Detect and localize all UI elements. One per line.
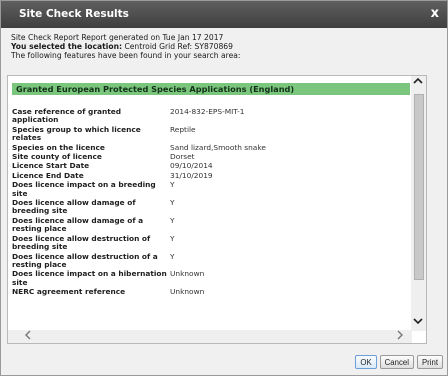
vertical-scrollbar[interactable] <box>411 76 426 331</box>
row-value: 2014-832-EPS-MIT-1 <box>170 107 245 116</box>
title-bar[interactable]: Site Check Results x <box>1 1 447 28</box>
row-value: Y <box>170 180 175 190</box>
row-label: Does licence allow destruction of a rest… <box>12 251 158 269</box>
location-label: You selected the location: <box>11 41 123 51</box>
row-value: Dorset <box>170 152 195 162</box>
table-row: Does licence allow damage of breeding si… <box>12 198 410 216</box>
chevron-left-icon[interactable] <box>24 330 32 343</box>
table-row: NERC agreement reference Unknown <box>12 287 410 297</box>
site-check-dialog: Site Check Results x Site Check Report R… <box>0 0 448 376</box>
row-value: Y <box>170 233 175 243</box>
row-value: Y <box>170 251 175 261</box>
row-label: Species on the licence <box>12 142 105 152</box>
table-row: Species on the licence Sand lizard,Smoot… <box>12 142 410 152</box>
table-row: Does licence allow destruction of a rest… <box>12 251 410 270</box>
row-value: Reptile <box>170 124 196 134</box>
location-value: Centroid Grid Ref: SY870869 <box>124 41 233 51</box>
scrollbar-thumb[interactable] <box>414 94 424 280</box>
row-label: Licence End Date <box>12 170 84 180</box>
features-found-line: The following features have been found i… <box>11 50 241 60</box>
row-label: Does licence allow damage of a resting p… <box>12 215 144 234</box>
row-label: Does licence allow damage of breeding si… <box>12 198 136 216</box>
row-label: Does licence impact on a breeding site <box>12 180 156 198</box>
table-row: Does licence impact on a breeding site Y <box>12 181 410 198</box>
close-icon[interactable]: x <box>431 6 439 21</box>
dialog-buttons: OK Cancel Print <box>355 355 443 369</box>
table-row: Does licence impact on a hibernation sit… <box>12 270 410 287</box>
cancel-button[interactable]: Cancel <box>379 355 414 369</box>
results-pane[interactable]: Granted European Protected Species Appli… <box>7 75 427 344</box>
row-value: Y <box>170 215 175 225</box>
row-value: Unknown <box>170 269 205 279</box>
print-button[interactable]: Print <box>416 355 443 369</box>
row-label: Does licence impact on a hibernation sit… <box>12 269 167 287</box>
row-value: Unknown <box>170 287 205 297</box>
section-header: Granted European Protected Species Appli… <box>12 83 410 95</box>
chevron-down-icon[interactable] <box>413 316 423 329</box>
table-row: Does licence allow damage of a resting p… <box>12 215 410 234</box>
row-label: NERC agreement reference <box>12 287 126 297</box>
report-intro: Site Check Report Report generated on Tu… <box>11 33 241 60</box>
row-label: Licence Start Date <box>12 161 90 171</box>
results-table: Case reference of granted application 20… <box>12 107 410 298</box>
table-row: Site county of licence Dorset <box>12 152 410 162</box>
row-value: 31/10/2019 <box>170 170 213 180</box>
table-row: Licence Start Date 09/10/2014 <box>12 161 410 171</box>
table-row: Species group to which licence relates R… <box>12 124 410 143</box>
ok-button[interactable]: OK <box>355 355 377 369</box>
chevron-right-icon[interactable] <box>396 330 404 343</box>
horizontal-scrollbar[interactable] <box>8 330 412 343</box>
chevron-up-icon[interactable] <box>413 76 423 89</box>
dialog-title: Site Check Results <box>19 8 129 20</box>
table-row: Does licence allow destruction of breedi… <box>12 233 410 252</box>
table-row: Licence End Date 31/10/2019 <box>12 170 410 180</box>
row-value: 09/10/2014 <box>170 161 213 171</box>
table-row: Case reference of granted application 20… <box>12 107 410 125</box>
row-label: Species group to which licence relates <box>12 124 141 143</box>
row-value: Y <box>170 198 175 208</box>
row-label: Does licence allow destruction of breedi… <box>12 233 151 252</box>
row-label: Case reference of granted application <box>12 107 122 125</box>
row-value: Sand lizard,Smooth snake <box>170 142 266 152</box>
row-label: Site county of licence <box>12 152 102 162</box>
